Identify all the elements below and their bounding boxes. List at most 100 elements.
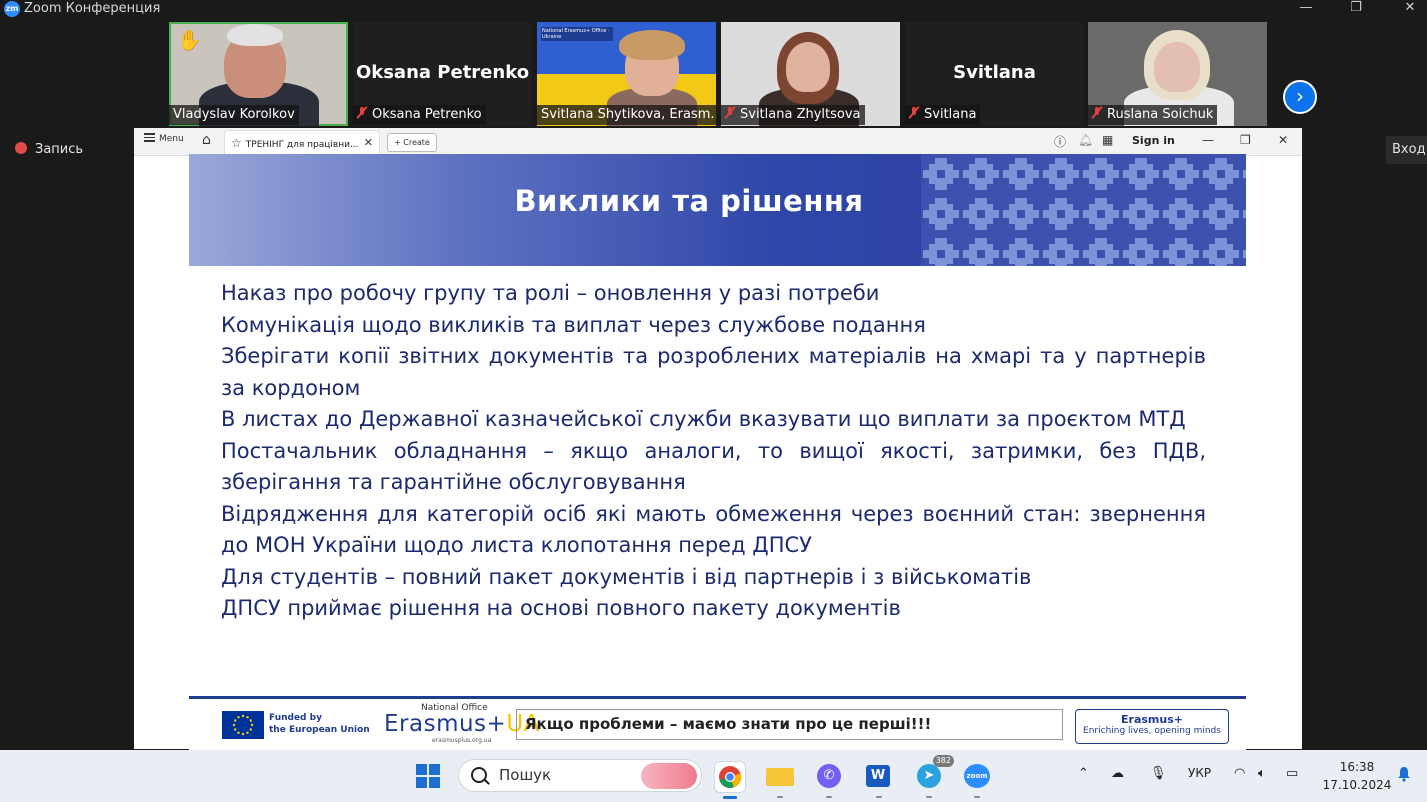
app-indicator bbox=[826, 796, 832, 798]
participant-tile[interactable]: Svitlana Svitlana bbox=[905, 22, 1084, 126]
maximize-icon[interactable]: ❐ bbox=[1344, 0, 1368, 18]
telegram-icon: ➤ bbox=[917, 764, 941, 788]
app-indicator bbox=[926, 796, 932, 798]
windows-start-icon[interactable] bbox=[416, 764, 440, 788]
erasmus-box-tagline: Enriching lives, opening minds bbox=[1083, 726, 1221, 736]
wifi-icon[interactable]: ◠ bbox=[1234, 766, 1245, 781]
participant-display-name: Oksana Petrenko bbox=[355, 62, 530, 83]
menu-icon bbox=[144, 133, 155, 142]
notification-bell-icon[interactable] bbox=[1397, 766, 1411, 782]
search-icon bbox=[471, 767, 487, 783]
cloud-icon[interactable]: ☁ bbox=[1111, 766, 1124, 781]
participant-name: Svitlana bbox=[924, 107, 977, 122]
chrome-app-button[interactable] bbox=[714, 761, 746, 799]
taskbar-search[interactable]: Пошук bbox=[458, 759, 702, 792]
app-indicator bbox=[876, 796, 882, 798]
slide-line: Наказ про робочу групу та ролі – оновлен… bbox=[221, 281, 880, 305]
slide-line: Зберігати копії звітних документів та ро… bbox=[221, 344, 1206, 400]
language-indicator[interactable]: УКР bbox=[1188, 766, 1211, 780]
battery-icon[interactable]: ▭ bbox=[1286, 766, 1298, 781]
file-explorer-button[interactable] bbox=[765, 761, 795, 798]
erasmus-logo-text: Erasmus+ bbox=[384, 711, 507, 737]
word-icon: W bbox=[866, 765, 890, 787]
participant-name: Ruslana Soichuk bbox=[1107, 107, 1214, 122]
zoom-app-button[interactable]: zoom bbox=[962, 761, 992, 798]
chevron-right-icon: › bbox=[1296, 84, 1304, 108]
erasmus-box-title: Erasmus+ bbox=[1121, 713, 1183, 726]
browser-tab[interactable]: ☆ ТРЕНІНГ для працівни... ✕ bbox=[224, 130, 380, 154]
mic-off-icon bbox=[1092, 107, 1102, 119]
browser-toolbar: Menu ⌂ ☆ ТРЕНІНГ для працівни... ✕ + Crea… bbox=[134, 128, 1302, 156]
star-icon[interactable]: ☆ bbox=[231, 136, 242, 150]
zoom-icon: zoom bbox=[964, 764, 990, 788]
presentation-slide: Виклики та рішення Наказ про робочу груп… bbox=[189, 154, 1246, 752]
viber-app-button[interactable]: ✆ bbox=[814, 761, 844, 798]
recording-indicator[interactable]: Запись bbox=[15, 142, 83, 157]
slide-line: В листах до Державної казначейської служ… bbox=[221, 407, 1186, 431]
tab-close-icon[interactable]: ✕ bbox=[364, 131, 373, 155]
word-app-button[interactable]: W bbox=[864, 761, 894, 798]
slide-footer: Funded by the European Union National Of… bbox=[189, 696, 1246, 752]
virtual-background-label: National Erasmus+ Office · Ukraine bbox=[541, 27, 613, 41]
mic-off-icon bbox=[725, 107, 735, 119]
window-title: Zoom Конференция bbox=[24, 1, 161, 16]
sign-in-button[interactable]: Sign in bbox=[1132, 134, 1175, 147]
eu-funding-label: Funded by the European Union bbox=[269, 712, 370, 736]
chrome-icon bbox=[719, 766, 742, 789]
participant-face bbox=[786, 42, 830, 92]
app-indicator bbox=[777, 796, 783, 798]
participant-tile[interactable]: ✋ Vladyslav Korolkov bbox=[169, 22, 348, 126]
participant-tile[interactable]: Svitlana Zhyltsova bbox=[721, 22, 900, 126]
home-icon[interactable]: ⌂ bbox=[202, 132, 211, 148]
participant-tile[interactable]: Oksana Petrenko Oksana Petrenko bbox=[353, 22, 532, 126]
eu-line: the European Union bbox=[269, 725, 370, 735]
eu-flag-icon bbox=[222, 711, 264, 739]
login-button[interactable]: Вход bbox=[1386, 136, 1427, 164]
participant-name: Oksana Petrenko bbox=[372, 107, 482, 122]
help-icon[interactable]: ⓘ bbox=[1054, 133, 1066, 150]
unread-badge: 382 bbox=[932, 755, 954, 767]
raised-hand-icon: ✋ bbox=[177, 28, 202, 52]
search-placeholder: Пошук bbox=[499, 766, 552, 784]
folder-icon bbox=[766, 768, 794, 786]
participant-name: Svitlana Zhyltsova bbox=[740, 107, 861, 122]
restore-icon[interactable]: ❐ bbox=[1240, 133, 1251, 147]
volume-icon[interactable]: 🔈︎ bbox=[1258, 766, 1266, 781]
chevron-up-icon[interactable]: ⌃ bbox=[1078, 766, 1089, 781]
close-icon[interactable]: ✕ bbox=[1398, 0, 1422, 18]
participant-display-name: Svitlana bbox=[953, 62, 1036, 83]
participant-tile[interactable]: National Erasmus+ Office · Ukraine Svitl… bbox=[537, 22, 716, 126]
zoom-logo-icon: zm bbox=[4, 1, 20, 17]
slide-body: Наказ про робочу групу та ролі – оновлен… bbox=[221, 278, 1206, 625]
bell-icon[interactable]: 🔔︎ bbox=[1078, 133, 1093, 147]
plus-icon: + bbox=[394, 138, 404, 147]
apps-grid-icon[interactable]: ▦ bbox=[1102, 133, 1113, 147]
next-page-button[interactable]: › bbox=[1283, 80, 1317, 114]
search-highlight-image bbox=[641, 763, 697, 789]
menu-button[interactable]: Menu bbox=[144, 133, 184, 144]
participant-hair bbox=[619, 30, 685, 60]
participant-name-label: Svitlana bbox=[905, 105, 981, 125]
system-clock[interactable]: 16:38 17.10.2024 bbox=[1322, 758, 1392, 794]
tab-title: ТРЕНІНГ для працівни... bbox=[245, 140, 359, 150]
participant-tile[interactable]: Ruslana Soichuk bbox=[1088, 22, 1267, 126]
menu-label: Menu bbox=[159, 134, 184, 144]
create-button[interactable]: + Create bbox=[387, 133, 437, 152]
slide-title: Виклики та рішення bbox=[514, 184, 864, 218]
close-icon[interactable]: ✕ bbox=[1278, 133, 1288, 147]
participant-face bbox=[1154, 42, 1200, 92]
zoom-title-bar: zm Zoom Конференция — ❐ ✕ bbox=[0, 0, 1427, 18]
telegram-app-button[interactable]: ➤ 382 bbox=[914, 755, 954, 798]
slide-line: Відрядження для категорій осіб які мають… bbox=[221, 501, 1206, 558]
participant-name-label: Svitlana Zhyltsova bbox=[721, 105, 865, 125]
clock-date: 17.10.2024 bbox=[1322, 778, 1392, 792]
minimize-icon[interactable]: — bbox=[1202, 133, 1214, 147]
mic-off-icon bbox=[909, 107, 919, 119]
minimize-icon[interactable]: — bbox=[1294, 0, 1318, 18]
microphone-icon[interactable]: 🎙︎ bbox=[1150, 766, 1167, 781]
eu-line: Funded by bbox=[269, 713, 322, 723]
participant-name-label: Ruslana Soichuk bbox=[1088, 105, 1218, 125]
participant-strip: ✋ Vladyslav Korolkov Oksana Petrenko Oks… bbox=[0, 22, 1427, 126]
slide-header: Виклики та рішення bbox=[189, 154, 1246, 266]
record-icon bbox=[15, 142, 27, 154]
